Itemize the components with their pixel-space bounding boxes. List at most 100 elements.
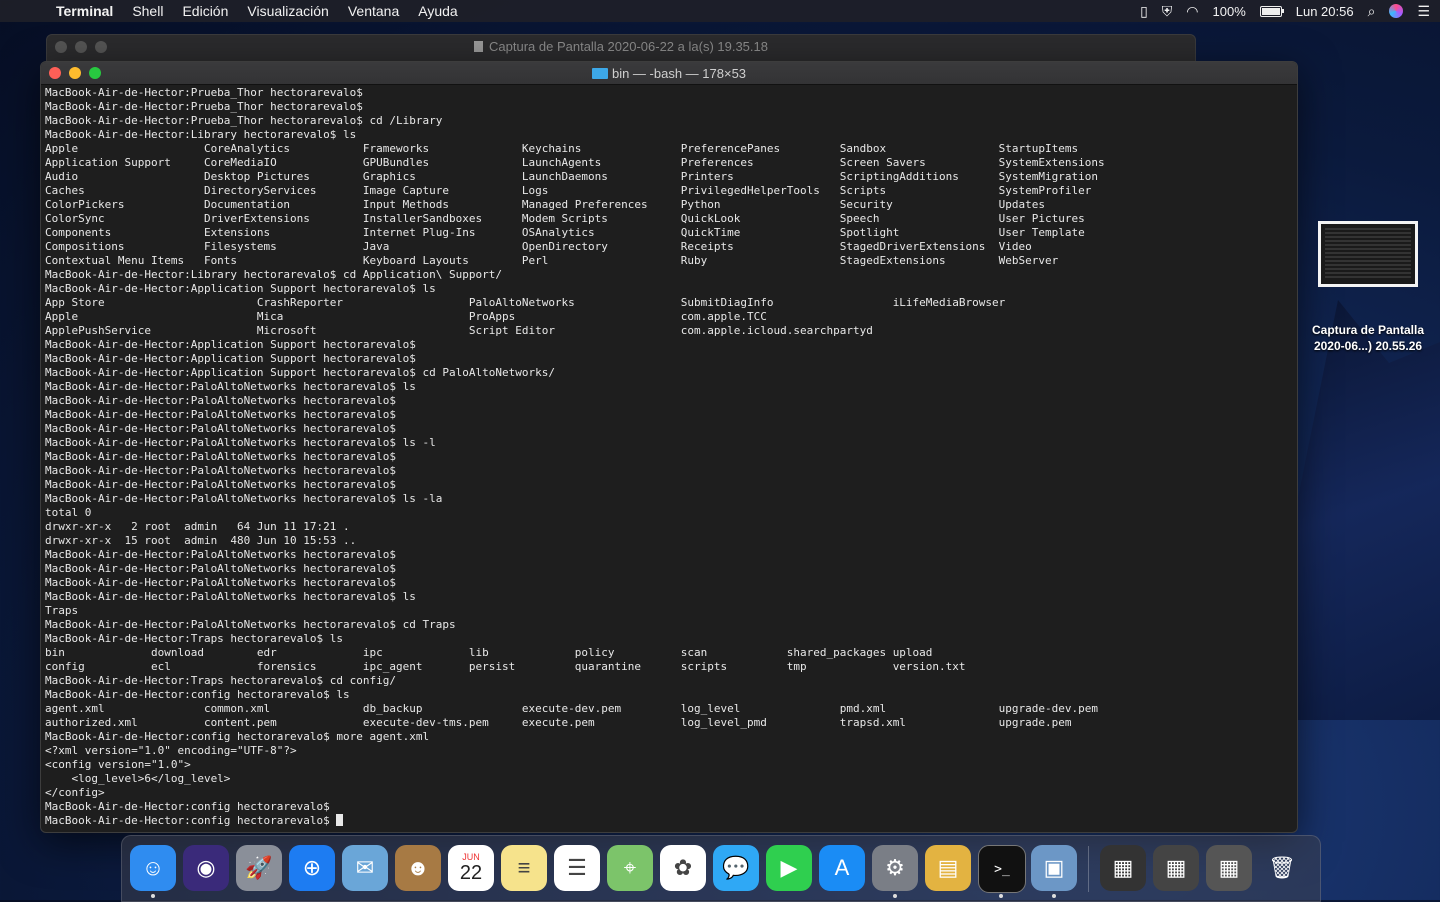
dock-launchpad-icon[interactable]: 🚀 (236, 845, 282, 891)
siri-icon[interactable] (1389, 4, 1404, 18)
dock-archive-utility-icon[interactable]: ▤ (925, 845, 971, 891)
terminal-line: MacBook-Air-de-Hector:PaloAltoNetworks h… (45, 492, 443, 505)
terminal-title-text: bin — -bash — 178×53 (611, 66, 747, 81)
dock-preview-icon[interactable]: ▣ (1031, 845, 1077, 891)
window-title-text: Captura de Pantalla 2020-06-22 a la(s) 1… (489, 39, 768, 54)
terminal-line: MacBook-Air-de-Hector:Library hectorarev… (45, 128, 357, 141)
terminal-line: MacBook-Air-de-Hector:config hectorareva… (45, 730, 430, 743)
dock-running-indicator (999, 894, 1003, 898)
dock-recent-screenshot-3-icon[interactable]: ▦ (1206, 845, 1252, 891)
terminal-line: MacBook-Air-de-Hector:PaloAltoNetworks h… (45, 590, 416, 603)
terminal-window[interactable]: bin — -bash — 178×53 MacBook-Air-de-Hect… (40, 61, 1298, 833)
calendar-month: JUN (462, 851, 480, 862)
file-label-line1: Captura de Pantalla (1311, 323, 1425, 337)
terminal-line: MacBook-Air-de-Hector:PaloAltoNetworks h… (45, 436, 436, 449)
terminal-line: MacBook-Air-de-Hector:config hectorareva… (45, 800, 330, 813)
terminal-line: App Store CrashReporter PaloAltoNetworks… (45, 296, 1006, 309)
terminal-line: Contextual Menu Items Fonts Keyboard Lay… (45, 254, 1059, 267)
desktop-screenshot-thumbnail[interactable] (1318, 221, 1418, 287)
terminal-line: MacBook-Air-de-Hector:Library hectorarev… (45, 268, 502, 281)
dock-separator (1088, 846, 1089, 892)
terminal-output[interactable]: MacBook-Air-de-Hector:Prueba_Thor hector… (45, 86, 1291, 828)
terminal-line: MacBook-Air-de-Hector:PaloAltoNetworks h… (45, 464, 396, 477)
file-label-line2: 2020-06...) 20.55.26 (1313, 339, 1423, 353)
dock-trash-icon[interactable]: 🗑 (1259, 845, 1305, 891)
terminal-line: Caches DirectoryServices Image Capture L… (45, 184, 1092, 197)
folder-icon (591, 68, 608, 79)
dock-reminders-icon[interactable]: ☰ (554, 845, 600, 891)
terminal-line: Traps (45, 604, 79, 617)
menu-item-ayuda[interactable]: Ayuda (418, 3, 457, 19)
menu-item-visualizacion[interactable]: Visualización (247, 3, 328, 19)
notification-center-icon[interactable]: ☰ (1417, 3, 1430, 20)
menu-extras: ▯ ⛨ ◠ 100% Lun 20:56 ⌕ ☰ (1140, 3, 1430, 20)
dock-maps-icon[interactable]: ⌖ (607, 845, 653, 891)
terminal-line: MacBook-Air-de-Hector:PaloAltoNetworks h… (45, 408, 396, 421)
menu-item-edicion[interactable]: Edición (182, 3, 228, 19)
terminal-line: Components Extensions Internet Plug-Ins … (45, 226, 1085, 239)
dock-recent-screenshot-2-icon[interactable]: ▦ (1153, 845, 1199, 891)
terminal-line: drwxr-xr-x 2 root admin 64 Jun 11 17:21 … (45, 520, 350, 533)
terminal-line: <log_level>6</log_level> (45, 772, 231, 785)
thumbnail-preview (1325, 228, 1411, 280)
terminal-line: MacBook-Air-de-Hector:PaloAltoNetworks h… (45, 422, 396, 435)
terminal-line: MacBook-Air-de-Hector:PaloAltoNetworks h… (45, 562, 396, 575)
terminal-line: </config> (45, 786, 105, 799)
dock-messages-icon[interactable]: 💬 (713, 845, 759, 891)
terminal-line: MacBook-Air-de-Hector:Application Suppor… (45, 352, 416, 365)
terminal-line: <?xml version="1.0" encoding="UTF-8"?> (45, 744, 297, 757)
battery-percent[interactable]: 100% (1213, 4, 1246, 19)
terminal-line: Apple Mica ProApps com.apple.TCC (45, 310, 767, 323)
menu-clock[interactable]: Lun 20:56 (1296, 4, 1354, 19)
terminal-line: MacBook-Air-de-Hector:Prueba_Thor hector… (45, 114, 443, 127)
wifi-icon[interactable]: ◠ (1186, 3, 1198, 20)
dock-app-store-icon[interactable]: A (819, 845, 865, 891)
terminal-line: MacBook-Air-de-Hector:Prueba_Thor hector… (45, 86, 363, 99)
shield-icon[interactable]: ⛨ (1162, 3, 1173, 20)
phone-sync-icon[interactable]: ▯ (1140, 3, 1148, 20)
terminal-line: ApplePushService Microsoft Script Editor… (45, 324, 873, 337)
desktop-file-label[interactable]: Captura de Pantalla 2020-06...) 20.55.26 (1300, 322, 1436, 354)
calendar-day: 22 (459, 861, 483, 884)
terminal-titlebar[interactable]: bin — -bash — 178×53 (41, 62, 1297, 85)
terminal-line: config ecl forensics ipc_agent persist q… (45, 660, 966, 673)
dock-terminal-icon[interactable]: >_ (978, 845, 1026, 893)
terminal-line: MacBook-Air-de-Hector:PaloAltoNetworks h… (45, 450, 396, 463)
terminal-line: MacBook-Air-de-Hector:PaloAltoNetworks h… (45, 548, 396, 561)
terminal-line: MacBook-Air-de-Hector:PaloAltoNetworks h… (45, 576, 396, 589)
battery-icon[interactable] (1259, 5, 1284, 17)
terminal-line: ColorSync DriverExtensions InstallerSand… (45, 212, 1085, 225)
dock-finder-icon[interactable]: ☺ (130, 845, 176, 891)
dock-photos-icon[interactable]: ✿ (660, 845, 706, 891)
terminal-title: bin — -bash — 178×53 (41, 66, 1297, 81)
dock-safari-icon[interactable]: ⊕ (289, 845, 335, 891)
menu-app-name[interactable]: Terminal (56, 3, 113, 19)
dock-notes-icon[interactable]: ≡ (501, 845, 547, 891)
terminal-cursor (336, 814, 344, 826)
dock-contacts-icon[interactable]: ☻ (395, 845, 441, 891)
spotlight-search-icon[interactable]: ⌕ (1368, 3, 1376, 20)
document-icon (474, 41, 484, 52)
dock-mail-icon[interactable]: ✉ (342, 845, 388, 891)
dock: ☺ ◉ 🚀 ⊕ ✉ ☻ JUN 22 ≡ ☰ ⌖ ✿ 💬 ▶ A ⚙ ▤ >_ ▣ ▦ ▦ ▦ 🗑 (121, 835, 1321, 902)
dock-facetime-icon[interactable]: ▶ (766, 845, 812, 891)
terminal-line: ColorPickers Documentation Input Methods… (45, 198, 1046, 211)
window-title: Captura de Pantalla 2020-06-22 a la(s) 1… (47, 39, 1195, 54)
terminal-line: bin download edr ipc lib policy scan sha… (45, 646, 933, 659)
dock-running-indicator (151, 894, 155, 898)
terminal-line: Audio Desktop Pictures Graphics LaunchDa… (45, 170, 1098, 183)
dock-recent-screenshot-1-icon[interactable]: ▦ (1100, 845, 1146, 891)
terminal-line: agent.xml common.xml db_backup execute-d… (45, 702, 1098, 715)
dock-running-indicator (1052, 894, 1056, 898)
terminal-line: MacBook-Air-de-Hector:Application Suppor… (45, 366, 555, 379)
menu-item-shell[interactable]: Shell (132, 3, 163, 19)
terminal-line: Apple CoreAnalytics Frameworks Keychains… (45, 142, 1079, 155)
dock-siri-icon[interactable]: ◉ (183, 845, 229, 891)
terminal-line: <config version="1.0"> (45, 758, 191, 771)
terminal-line: MacBook-Air-de-Hector:config hectorareva… (45, 688, 350, 701)
dock-calendar-icon[interactable]: JUN 22 (448, 845, 494, 891)
dock-system-preferences-icon[interactable]: ⚙ (872, 845, 918, 891)
menu-bar: Terminal Shell Edición Visualización Ven… (0, 0, 1440, 22)
terminal-line: MacBook-Air-de-Hector:PaloAltoNetworks h… (45, 380, 416, 393)
menu-item-ventana[interactable]: Ventana (348, 3, 399, 19)
